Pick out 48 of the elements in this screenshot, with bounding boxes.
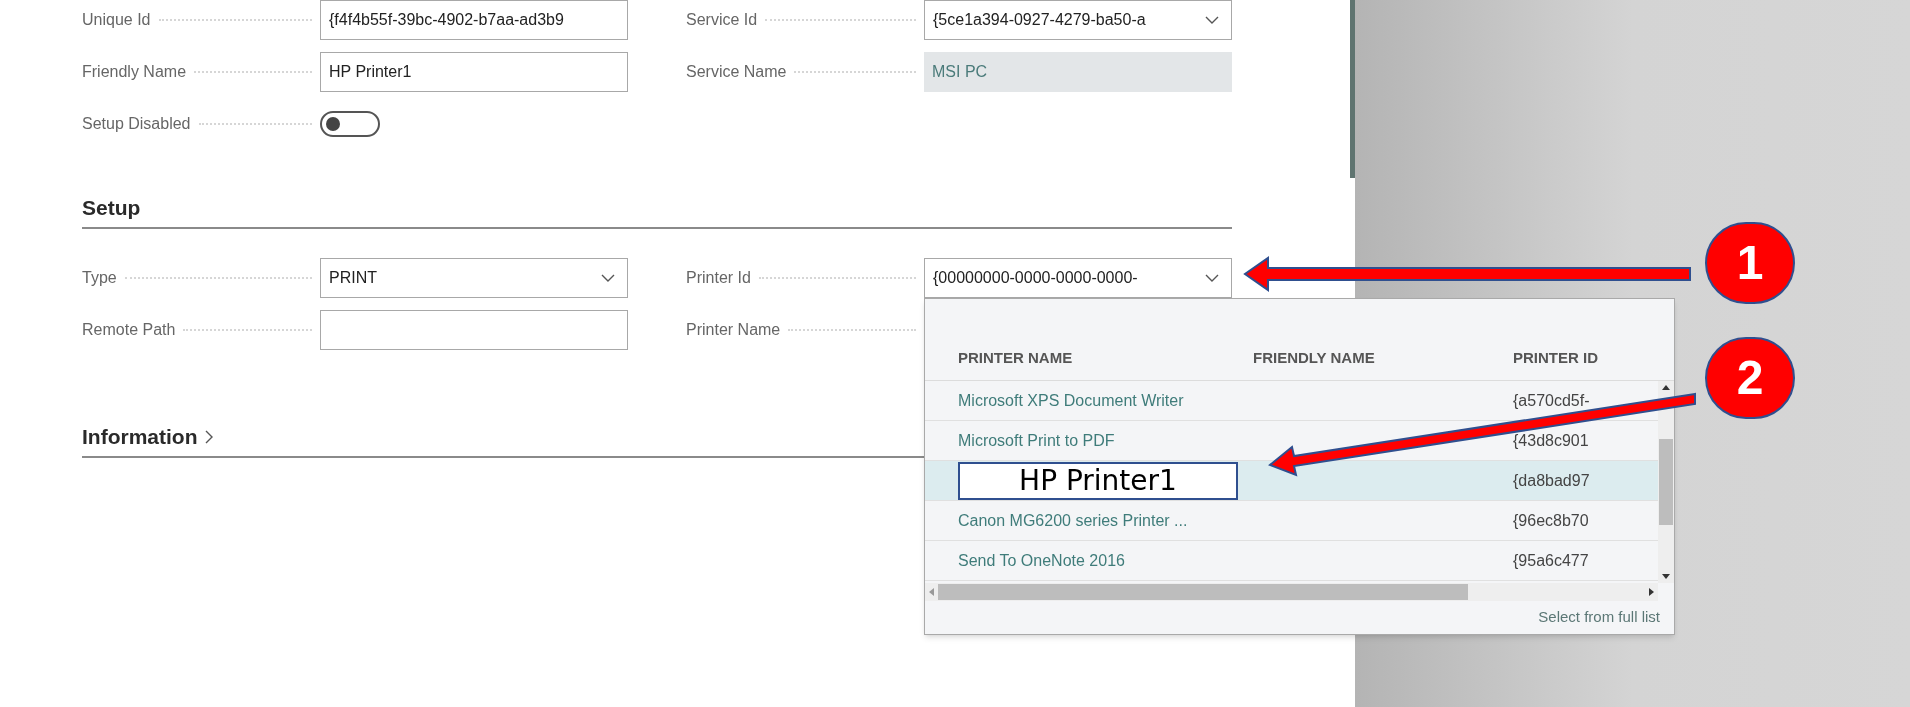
vertical-scrollbar[interactable]: [1658, 381, 1674, 583]
printer-name: Send To OneNote 2016: [958, 550, 1125, 571]
printer-row[interactable]: HP Printer1 {da8bad97: [925, 461, 1658, 501]
dropdown-field[interactable]: {5ce1a394-0927-4279-ba50-a: [924, 0, 1232, 40]
printer-id: {a570cd5f-: [1513, 390, 1590, 411]
chevron-down-icon: [601, 274, 615, 282]
horizontal-scrollbar[interactable]: [925, 583, 1658, 601]
scroll-right-icon[interactable]: [1649, 588, 1654, 596]
printer-name: Microsoft Print to PDF: [958, 430, 1115, 451]
scroll-down-icon[interactable]: [1662, 574, 1670, 579]
printer-id: {da8bad97: [1513, 470, 1590, 491]
field-label: Printer Name: [686, 320, 781, 340]
field-label: Remote Path: [82, 320, 176, 340]
toggle-switch[interactable]: [320, 111, 380, 137]
scrollbar-thumb[interactable]: [1350, 0, 1355, 178]
dropdown-field[interactable]: PRINT: [320, 258, 628, 298]
chevron-down-icon: [1205, 274, 1219, 282]
dropdown-field[interactable]: {00000000-0000-0000-0000-: [924, 258, 1232, 298]
readonly-field: MSI PC: [924, 52, 1232, 92]
scrollbar-thumb[interactable]: [938, 584, 1468, 600]
scroll-left-icon[interactable]: [929, 588, 934, 596]
section-title: Information: [82, 424, 198, 451]
scrollbar-thumb[interactable]: [1659, 439, 1673, 525]
field-label: Friendly Name: [82, 62, 187, 82]
printer-name: Canon MG6200 series Printer ...: [958, 510, 1188, 531]
callout-label: HP Printer1: [958, 461, 1238, 500]
printer-id: {96ec8b70: [1513, 510, 1589, 531]
printer-row[interactable]: Canon MG6200 series Printer ... {96ec8b70: [925, 501, 1658, 541]
printer-id: {95a6c477: [1513, 550, 1589, 571]
field-label: Printer Id: [686, 268, 751, 288]
column-header: PRINTER ID: [1513, 348, 1598, 369]
printer-name: Microsoft XPS Document Writer: [958, 390, 1184, 411]
column-header: PRINTER NAME: [958, 348, 1074, 369]
printer-row[interactable]: Send To OneNote 2016 {95a6c477: [925, 541, 1658, 581]
column-header: FRIENDLY NAME: [1253, 348, 1376, 369]
field-label: Service Id: [686, 10, 758, 30]
select-full-list-link[interactable]: Select from full list: [1538, 606, 1660, 629]
scroll-up-icon[interactable]: [1662, 385, 1670, 390]
field-label: Unique Id: [82, 10, 151, 30]
field-label: Type: [82, 268, 117, 288]
field-label: Setup Disabled: [82, 114, 191, 134]
text-field[interactable]: [320, 310, 628, 350]
field-label: Service Name: [686, 62, 787, 82]
section-title: Setup: [82, 195, 141, 222]
printer-id: {43d8c901: [1513, 430, 1589, 451]
chevron-down-icon: [1205, 16, 1219, 24]
text-field[interactable]: HP Printer1: [320, 52, 628, 92]
text-field[interactable]: {f4f4b55f-39bc-4902-b7aa-ad3b9: [320, 0, 628, 40]
